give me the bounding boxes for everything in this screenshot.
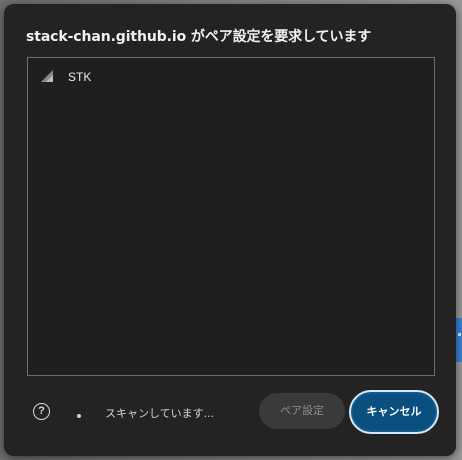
device-list[interactable]: STK: [27, 57, 435, 376]
device-list-item[interactable]: STK: [28, 66, 434, 88]
page-scroll-indicator: [456, 318, 462, 362]
pair-button[interactable]: ペア設定: [259, 393, 345, 429]
bluetooth-pairing-dialog: stack-chan.github.io がペア設定を要求しています STK ?…: [4, 4, 456, 456]
device-name: STK: [68, 70, 92, 84]
signal-strength-icon: [41, 70, 53, 82]
cancel-button-label: キャンセル: [366, 405, 422, 418]
dialog-title: stack-chan.github.io がペア設定を要求しています: [26, 29, 372, 45]
scan-status-text: スキャンしています...: [105, 407, 215, 420]
help-circle-icon[interactable]: ?: [33, 403, 50, 420]
spinner-icon: [77, 414, 81, 418]
cancel-button[interactable]: キャンセル: [349, 390, 439, 434]
page-scroll-indicator-mark: [458, 333, 461, 336]
